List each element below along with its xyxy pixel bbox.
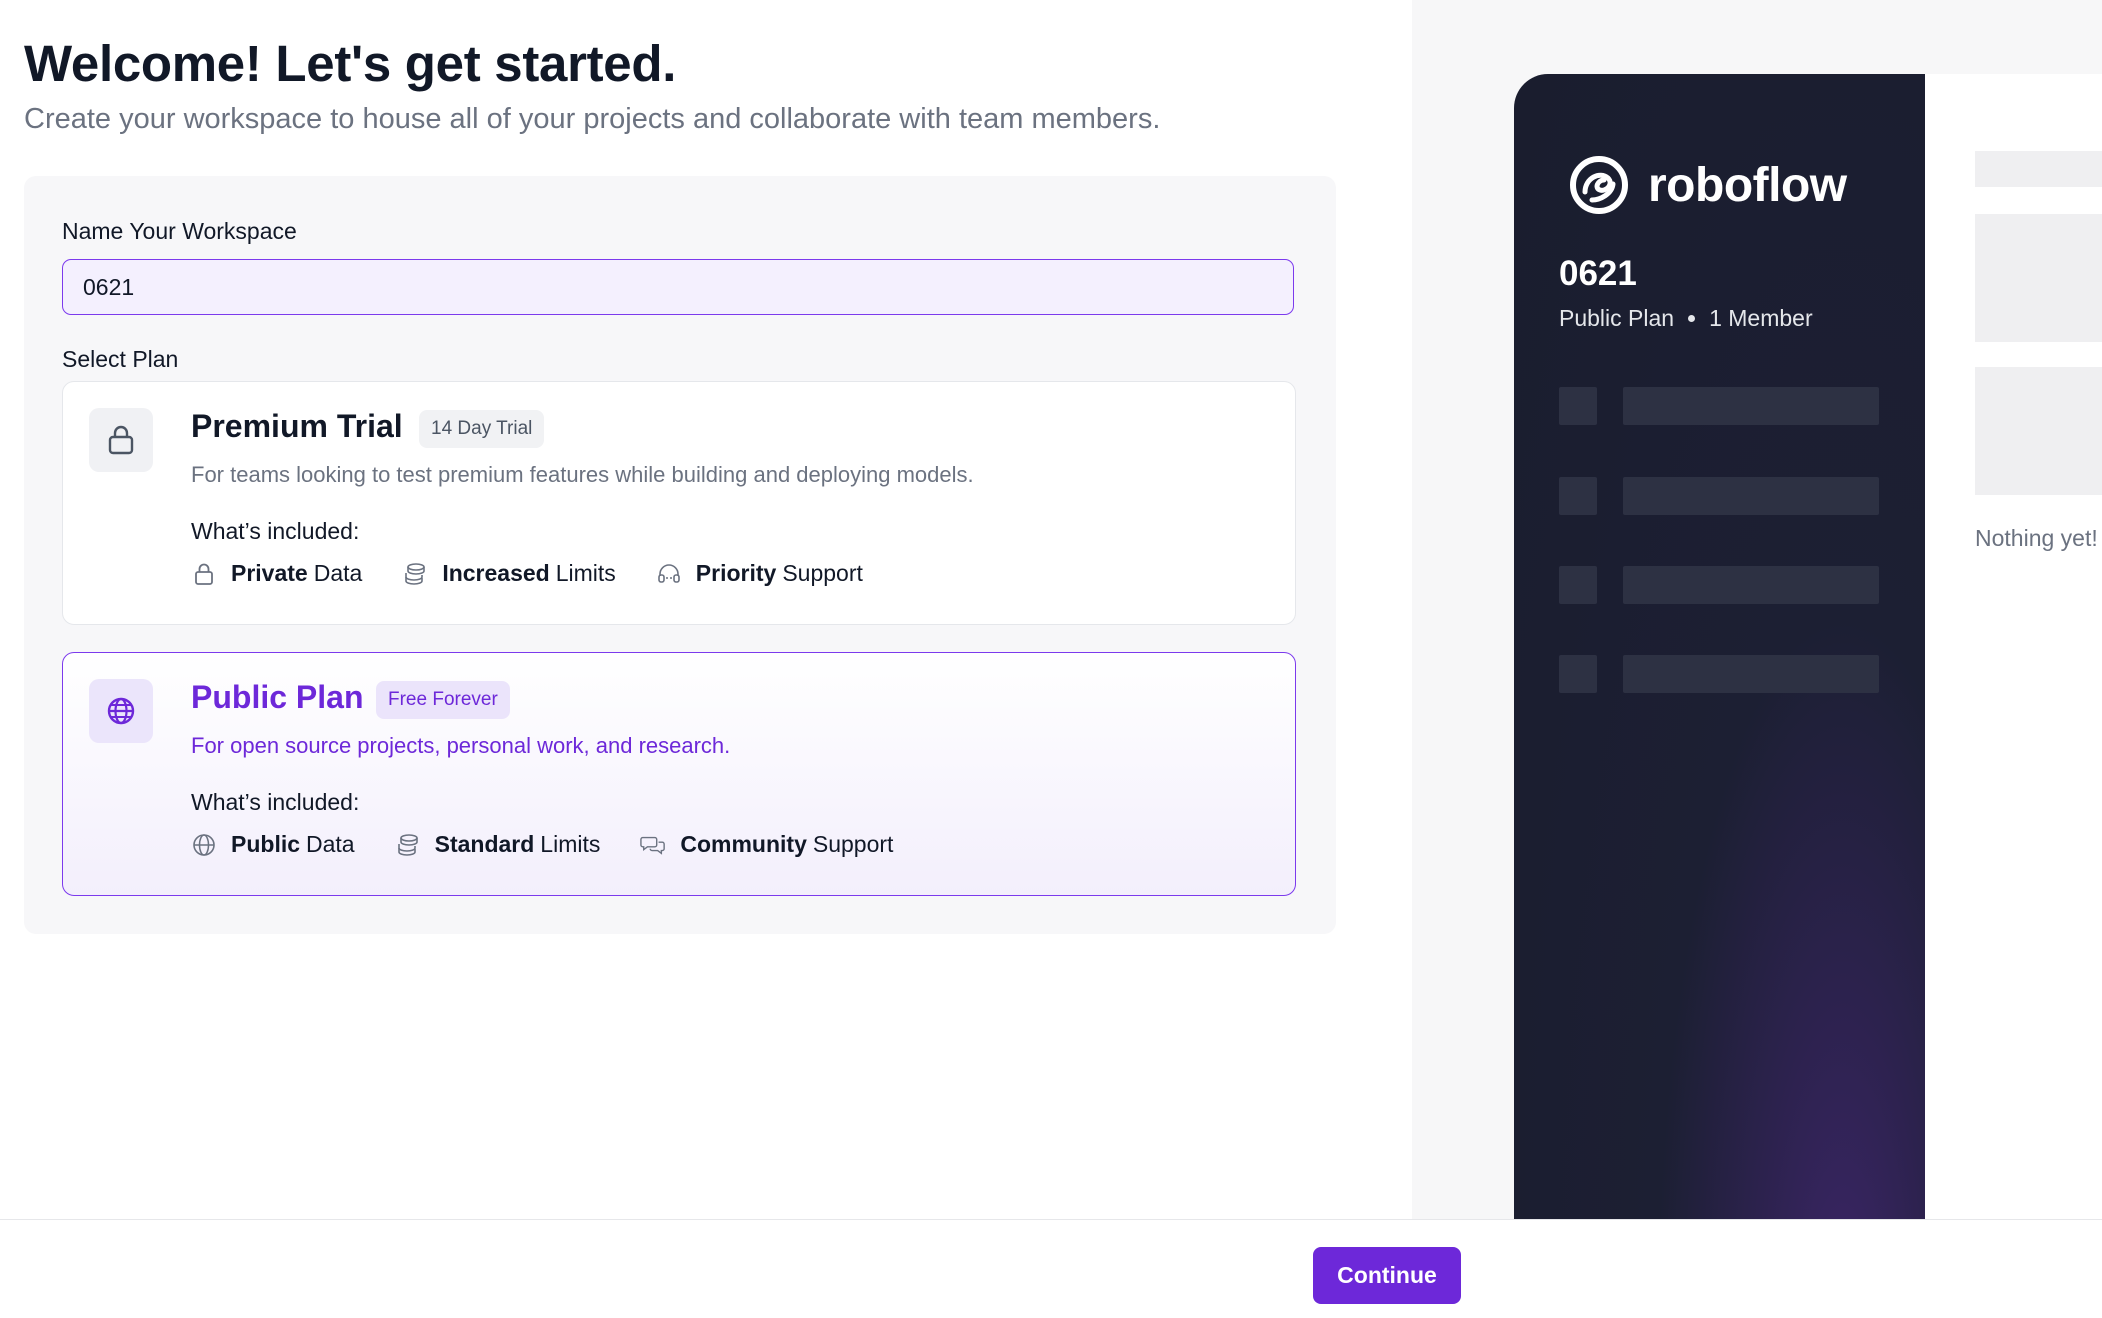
roboflow-logo: roboflow <box>1570 156 1847 214</box>
feature-item: Community Support <box>640 831 893 858</box>
brand-name: roboflow <box>1648 158 1847 212</box>
feature-text: Limits <box>540 831 601 857</box>
footer-bar: Continue <box>0 1219 2102 1318</box>
workspace-name-label: Name Your Workspace <box>62 218 297 244</box>
headset-icon <box>656 561 682 587</box>
workspace-form: Name Your Workspace Select Plan Premium … <box>24 176 1336 934</box>
lock-icon <box>191 561 217 587</box>
globe-icon <box>89 679 153 743</box>
chat-bubbles-icon <box>640 832 666 858</box>
included-label: What’s included: <box>191 789 360 815</box>
feature-bold: Priority <box>695 560 777 586</box>
preview-workspace-name: 0621 <box>1559 254 1637 293</box>
plan-badge: 14 Day Trial <box>419 410 545 448</box>
continue-button[interactable]: Continue <box>1313 1247 1461 1304</box>
coins-icon <box>395 832 421 858</box>
plan-name: Premium Trial <box>191 408 403 444</box>
feature-item: Private Data <box>191 560 362 587</box>
plan-name: Public Plan <box>191 679 364 715</box>
coins-icon <box>402 561 428 587</box>
separator-dot <box>1688 315 1696 322</box>
empty-state-text: Nothing yet! <box>1975 525 2098 551</box>
feature-list: Private Data Increased Limits Priority S… <box>191 560 903 587</box>
feature-bold: Private <box>231 560 308 586</box>
feature-bold: Public <box>231 831 301 857</box>
preview-sidebar: roboflow 0621 Public Plan 1 Member <box>1514 74 1925 1219</box>
plan-card-premium-trial[interactable]: Premium Trial 14 Day Trial For teams loo… <box>62 381 1296 625</box>
preview-plan: Public Plan <box>1559 305 1675 331</box>
feature-text: Support <box>812 831 894 857</box>
skeleton-card <box>1975 214 2102 342</box>
feature-text: Support <box>782 560 863 586</box>
plan-badge: Free Forever <box>376 681 510 719</box>
preview-workspace-meta: Public Plan 1 Member <box>1559 305 1813 332</box>
workspace-setup-panel: Welcome! Let's get started. Create your … <box>0 0 1412 1219</box>
skeleton-card <box>1975 367 2102 495</box>
feature-item: Priority Support <box>656 560 863 587</box>
feature-text: Limits <box>555 560 616 586</box>
feature-bold: Community <box>680 831 807 857</box>
feature-item: Standard Limits <box>395 831 601 858</box>
globe-icon <box>191 832 217 858</box>
included-label: What’s included: <box>191 518 360 544</box>
roboflow-logo-icon <box>1570 156 1628 214</box>
plan-description: For teams looking to test premium featur… <box>191 462 974 487</box>
preview-members: 1 Member <box>1709 305 1813 331</box>
feature-item: Increased Limits <box>402 560 616 587</box>
feature-text: Data <box>313 560 363 586</box>
preview-main-content: Nothing yet! <box>1925 74 2102 1219</box>
workspace-name-input[interactable] <box>62 259 1294 315</box>
page-title: Welcome! Let's get started. <box>24 35 677 92</box>
plan-card-public-plan[interactable]: Public Plan Free Forever For open source… <box>62 652 1296 896</box>
feature-text: Data <box>306 831 355 857</box>
skeleton-header <box>1975 151 2102 187</box>
plan-description: For open source projects, personal work,… <box>191 733 731 758</box>
lock-icon <box>89 408 153 472</box>
feature-bold: Increased <box>442 560 550 586</box>
feature-bold: Standard <box>434 831 535 857</box>
feature-item: Public Data <box>191 831 355 858</box>
feature-list: Public Data Standard Limits Community Su… <box>191 831 933 858</box>
select-plan-label: Select Plan <box>62 346 179 372</box>
page-subtitle: Create your workspace to house all of yo… <box>24 103 1161 135</box>
